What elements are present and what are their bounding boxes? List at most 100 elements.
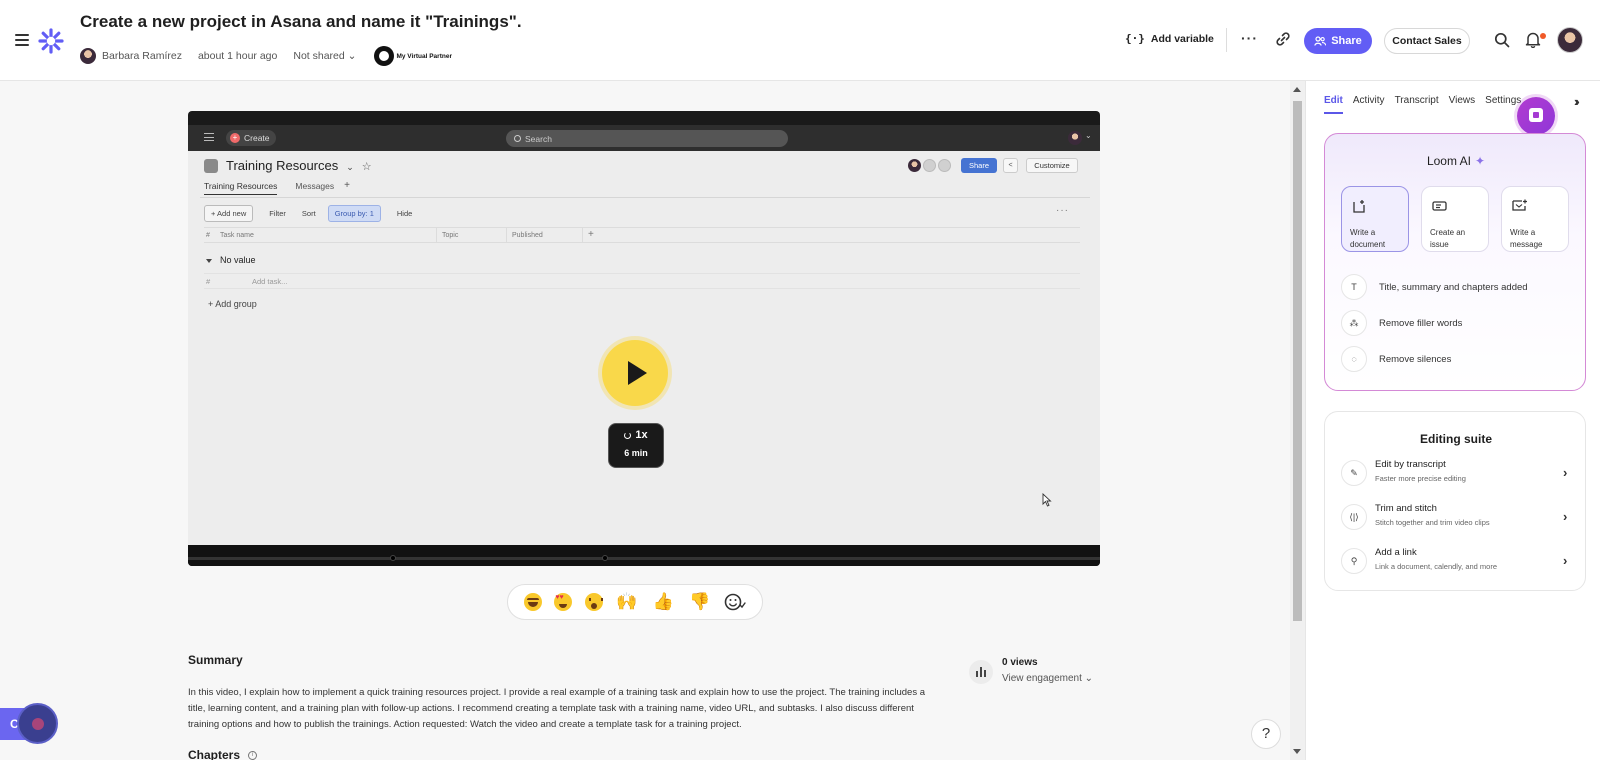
notification-badge — [1540, 33, 1546, 39]
scroll-down-arrow[interactable] — [1293, 749, 1301, 754]
video-user-avatar — [1068, 131, 1082, 145]
sharing-status-dropdown[interactable]: Not shared ⌄ — [293, 50, 356, 62]
add-a-link-item[interactable]: ⚲ Add a link Link a document, calendly, … — [1341, 544, 1571, 578]
reaction-thumbs-up[interactable]: 👍 — [651, 590, 675, 614]
share-button[interactable]: Share — [1304, 28, 1372, 54]
tab-views[interactable]: Views — [1449, 95, 1476, 114]
tab-settings[interactable]: Settings — [1485, 95, 1521, 114]
video-menu-icon — [204, 133, 214, 141]
message-plus-icon — [1512, 199, 1527, 211]
tab-activity[interactable]: Activity — [1353, 95, 1385, 114]
chevron-down-icon: ⌄ — [1084, 673, 1094, 684]
video-filter-button: Filter — [269, 209, 286, 218]
add-reaction-icon[interactable] — [724, 592, 746, 612]
ai-row-title-summary[interactable]: T Title, summary and chapters added — [1341, 274, 1528, 300]
tab-transcript[interactable]: Transcript — [1395, 95, 1439, 114]
document-plus-icon — [1353, 200, 1365, 213]
playback-speed: 1x — [635, 429, 648, 441]
ai-row-remove-silences[interactable]: ◌ Remove silences — [1341, 346, 1451, 372]
video-create-button: + Create — [226, 130, 276, 146]
help-button[interactable]: ? — [1251, 719, 1281, 749]
floating-app-button[interactable] — [1517, 97, 1555, 135]
caret-down-icon — [206, 258, 212, 263]
add-variable-label: Add variable — [1150, 32, 1214, 45]
add-variable-button[interactable]: {·} Add variable — [1125, 32, 1214, 45]
author-name[interactable]: Barbara Ramírez — [102, 50, 182, 62]
reaction-raised-hands[interactable]: 🙌 — [615, 590, 639, 614]
video-player[interactable]: + Create Search ⌄ Training Resources ⌄ ☆ Sh… — [188, 111, 1100, 566]
reaction-heart-eyes[interactable] — [554, 593, 573, 611]
reaction-wow[interactable] — [584, 593, 603, 611]
right-panel-tabs: Edit Activity Transcript Views Settings — [1324, 95, 1531, 114]
create-issue-button[interactable]: Create an issue — [1421, 186, 1489, 252]
chapters-heading-text: Chapters — [188, 748, 241, 760]
play-button[interactable] — [602, 340, 668, 406]
magic-wand-icon: ✎ — [1341, 460, 1367, 486]
member-avatar — [923, 159, 936, 172]
video-progress-bar[interactable] — [188, 545, 1100, 566]
chevron-down-icon: ⌄ — [347, 50, 357, 62]
main-scrollbar[interactable] — [1290, 81, 1305, 760]
author-avatar[interactable] — [80, 48, 96, 64]
reaction-laugh[interactable] — [524, 593, 543, 611]
floating-recorder-button[interactable] — [17, 703, 58, 744]
video-table-header: # Task name Topic Published + — [204, 227, 1080, 243]
edit-item-subtitle: Link a document, calendly, and more — [1375, 562, 1498, 571]
trim-and-stitch-item[interactable]: ⟨|⟩ Trim and stitch Stitch together and … — [1341, 500, 1571, 534]
plus-icon: + — [344, 180, 350, 191]
more-options-icon[interactable]: ··· — [1241, 30, 1258, 46]
write-document-button[interactable]: Write a document — [1341, 186, 1409, 252]
chevron-down-icon: ⌄ — [1085, 131, 1092, 140]
link-icon[interactable] — [1274, 30, 1292, 48]
edit-item-title: Add a link — [1375, 547, 1417, 558]
magic-wand-icon: ⁂ — [1341, 310, 1367, 336]
column-task-name: Task name — [220, 232, 254, 239]
user-avatar[interactable] — [1557, 27, 1583, 53]
video-project-tabs: Training Resources Messages + — [204, 181, 350, 195]
project-icon — [204, 159, 218, 173]
reaction-thumbs-down[interactable]: 👎 — [688, 590, 712, 614]
video-search-label: Search — [525, 133, 552, 144]
loop-icon — [624, 431, 632, 439]
chapter-marker[interactable] — [390, 555, 396, 561]
chapter-marker[interactable] — [602, 555, 608, 561]
chevron-down-icon: ⌄ — [346, 162, 354, 172]
share-label: Share — [1331, 35, 1362, 47]
top-header: Create a new project in Asana and name i… — [0, 0, 1600, 81]
edit-by-transcript-item[interactable]: ✎ Edit by transcript Faster more precise… — [1341, 456, 1571, 490]
dashed-circle-icon: ◌ — [1341, 346, 1367, 372]
contact-sales-button[interactable]: Contact Sales — [1384, 28, 1470, 54]
chevron-right-icon: › — [1563, 509, 1568, 524]
playback-speed-pill[interactable]: 1x 6 min — [608, 423, 664, 468]
users-icon — [1314, 36, 1327, 46]
write-message-button[interactable]: Write a message — [1501, 186, 1569, 252]
search-icon[interactable] — [1494, 32, 1510, 48]
scroll-up-arrow[interactable] — [1293, 87, 1301, 92]
timestamp: about 1 hour ago — [197, 50, 278, 62]
view-engagement-link[interactable]: View engagement ⌄ — [1002, 673, 1093, 684]
right-panel: Edit Activity Transcript Views Settings … — [1305, 81, 1600, 760]
progress-track[interactable] — [188, 557, 1100, 560]
video-meta: Barbara Ramírez about 1 hour ago Not sha… — [80, 46, 452, 66]
loom-logo-icon[interactable] — [38, 28, 64, 54]
menu-icon[interactable] — [15, 34, 29, 46]
variable-icon: {·} — [1125, 32, 1145, 45]
loom-ai-title: Loom AI ✦ — [1325, 154, 1587, 168]
member-avatar — [908, 159, 921, 172]
scrollbar-thumb[interactable] — [1293, 101, 1302, 621]
edit-item-subtitle: Stitch together and trim video clips — [1375, 518, 1490, 527]
video-title[interactable]: Create a new project in Asana and name i… — [80, 12, 522, 32]
collapse-panel-icon[interactable]: ›› — [1574, 94, 1579, 109]
video-create-label: Create — [244, 133, 270, 143]
tab-edit[interactable]: Edit — [1324, 95, 1343, 114]
video-customize-button: Customize — [1026, 158, 1078, 173]
ai-row-remove-filler[interactable]: ⁂ Remove filler words — [1341, 310, 1462, 336]
bell-icon[interactable] — [1525, 31, 1541, 48]
bar-chart-icon[interactable] — [969, 660, 993, 684]
video-search-bar: Search — [506, 130, 788, 147]
chevron-right-icon: › — [1563, 465, 1568, 480]
edit-item-subtitle: Faster more precise editing — [1375, 474, 1466, 483]
ai-row-remove-silences-label: Remove silences — [1379, 353, 1452, 365]
info-icon[interactable]: i — [248, 750, 258, 760]
member-avatar — [938, 159, 951, 172]
